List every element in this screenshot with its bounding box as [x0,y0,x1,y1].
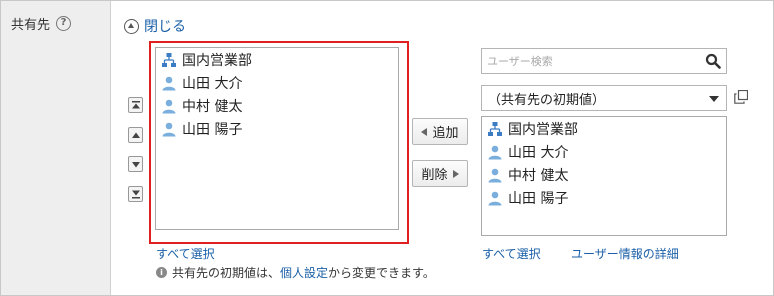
list-item-label: 山田 大介 [508,144,569,161]
search-icon[interactable] [705,53,721,69]
list-item[interactable]: 中村 健太 [156,94,398,117]
list-item-label: 山田 陽子 [508,190,569,207]
user-icon [488,191,502,205]
left-select-all-link[interactable]: すべて選択 [156,245,215,262]
selected-members-list[interactable]: 国内営業部 山田 大介 中村 健太 山田 陽子 [155,47,399,230]
question-circle-icon[interactable]: ? [56,16,72,31]
list-item[interactable]: 山田 大介 [156,71,398,94]
remove-button[interactable]: 削除 [412,160,468,187]
list-item[interactable]: 中村 健太 [482,163,726,186]
default-share-select[interactable]: （共有先の初期値） [481,85,727,111]
circle-up-arrow-icon [124,18,139,34]
note-suffix: から変更できます。 [328,266,435,280]
candidate-users-list[interactable]: 国内営業部 山田 大介 中村 健太 山田 陽子 [481,116,727,236]
chevron-down-icon [709,96,719,102]
popout-window-icon[interactable] [734,90,748,104]
note-prefix: 共有先の初期値は、 [172,266,281,280]
right-select-all-link[interactable]: すべて選択 [482,245,541,262]
move-to-top-button[interactable] [128,97,143,113]
list-item[interactable]: 山田 陽子 [482,186,726,209]
list-item-label: 国内営業部 [508,121,578,138]
list-item[interactable]: 山田 陽子 [156,117,398,140]
field-label: 共有先 ? [11,14,72,33]
list-item-label: 山田 大介 [182,75,243,92]
close-link-label: 閉じる [144,19,186,35]
add-button-label: 追加 [432,126,459,141]
list-item[interactable]: 国内営業部 [156,48,398,71]
info-icon: i [156,267,167,278]
user-icon [162,122,176,136]
move-to-top-icon [132,101,140,109]
add-button[interactable]: 追加 [412,118,468,145]
default-share-note: i 共有先の初期値は、個人設定から変更できます。 [156,264,435,281]
remove-button-label: 削除 [421,168,448,183]
close-link[interactable]: 閉じる [124,16,186,36]
org-icon [162,52,176,67]
list-item-label: 山田 陽子 [182,121,243,138]
default-share-select-value: （共有先の初期値） [488,92,606,108]
arrow-left-icon [421,127,428,136]
move-down-button[interactable] [128,156,143,172]
list-item-label: 国内営業部 [182,52,252,69]
user-icon [162,76,176,90]
personal-settings-link[interactable]: 個人設定 [280,266,328,280]
list-item-label: 中村 健太 [182,98,243,115]
user-detail-link[interactable]: ユーザー情報の詳細 [571,245,679,262]
move-to-bottom-button[interactable] [128,186,143,202]
move-up-button[interactable] [128,127,143,143]
field-label-text: 共有先 [11,18,51,33]
list-item-label: 中村 健太 [508,167,569,184]
user-icon [488,168,502,182]
move-to-bottom-icon [132,190,140,199]
move-down-icon [132,162,140,168]
arrow-right-icon [452,169,459,178]
user-icon [488,145,502,159]
move-up-icon [132,132,140,138]
org-icon [488,121,502,136]
user-search-input[interactable] [482,49,692,73]
list-item[interactable]: 山田 大介 [482,140,726,163]
list-item[interactable]: 国内営業部 [482,117,726,140]
user-icon [162,99,176,113]
field-label-column: 共有先 ? [1,1,111,295]
user-search-box [481,48,727,74]
